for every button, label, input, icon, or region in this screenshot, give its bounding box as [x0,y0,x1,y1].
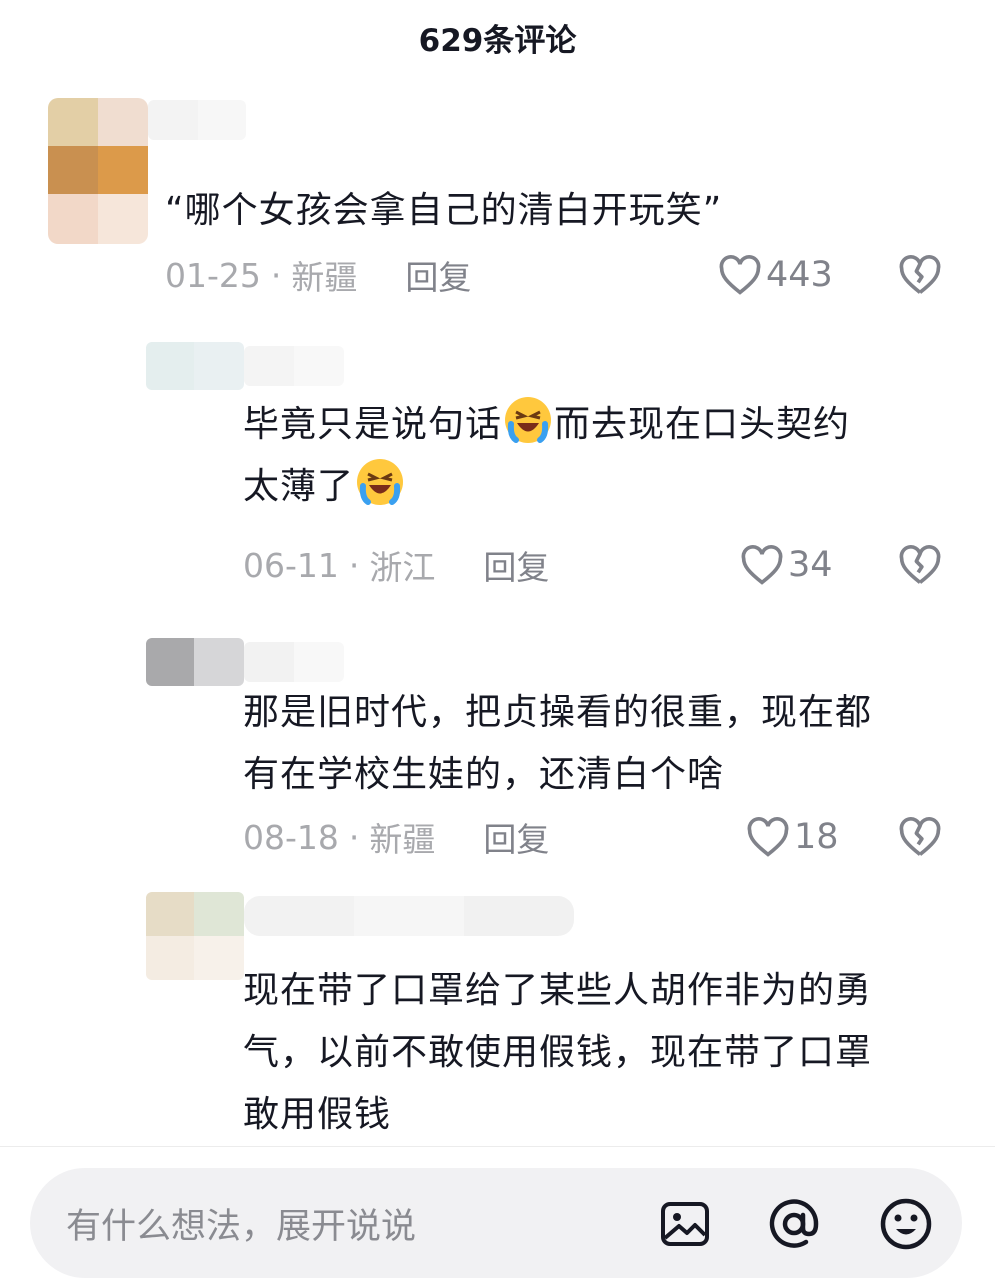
comment-date: 06-11 [243,545,339,585]
comment-meta: 08-18 · 新疆 回复 [243,812,549,862]
avatar[interactable] [146,892,244,980]
username-blurred[interactable] [244,346,344,386]
comment-input[interactable]: 有什么想法，展开说说 [66,1198,626,1249]
comment-meta: 06-11 · 浙江 回复 [243,540,549,590]
comment-input-bar[interactable]: 有什么想法，展开说说 [30,1168,962,1278]
avatar[interactable] [48,98,148,244]
comments-header: 629条评论 [0,0,995,74]
username-blurred[interactable] [244,896,574,936]
smiley-icon[interactable] [878,1196,934,1252]
reply-button[interactable]: 回复 [405,251,471,299]
comment-text: 现在带了口罩给了某些人胡作非为的勇 气，以前不敢使用假钱，现在带了口罩 敢用假钱 [243,970,873,1135]
laughing-crying-emoji [505,397,552,443]
avatar[interactable] [146,342,244,390]
broken-heart-icon[interactable] [898,544,942,586]
image-icon[interactable] [657,1196,713,1252]
broken-heart-icon[interactable] [898,816,942,858]
heart-outline-icon [719,255,761,295]
username-blurred[interactable] [148,100,246,140]
comment-location: 新疆 [291,258,358,297]
comment-meta: 01-25 · 新疆 回复 [165,250,471,300]
laughing-crying-emoji [357,459,404,505]
like-count: 34 [788,545,833,585]
comment-count-title: 629条评论 [418,22,577,59]
heart-outline-icon [747,817,789,857]
comment-text: 毕竟只是说句话 而去现在口头契约 太薄了 [243,394,943,518]
reply-button[interactable]: 回复 [483,541,549,589]
like-button[interactable]: 18 [746,812,839,862]
username-blurred[interactable] [244,642,344,682]
like-count: 18 [794,817,839,857]
like-button[interactable]: 34 [740,540,833,590]
comment-date: 08-18 [243,817,339,857]
comment-text: “哪个女孩会拿自己的清白开玩笑” [165,190,723,231]
divider [0,1146,995,1147]
at-icon[interactable] [766,1196,822,1252]
comment-text: 那是旧时代，把贞操看的很重，现在都 有在学校生娃的，还清白个啥 [243,692,873,795]
comment-date: 01-25 [165,255,261,295]
like-button[interactable]: 443 [718,250,833,300]
avatar[interactable] [146,638,244,686]
broken-heart-icon[interactable] [898,254,942,296]
like-count: 443 [766,255,833,295]
heart-outline-icon [741,545,783,585]
reply-button[interactable]: 回复 [483,813,549,861]
comment-location: 新疆 [369,820,436,859]
comment-location: 浙江 [369,548,436,587]
